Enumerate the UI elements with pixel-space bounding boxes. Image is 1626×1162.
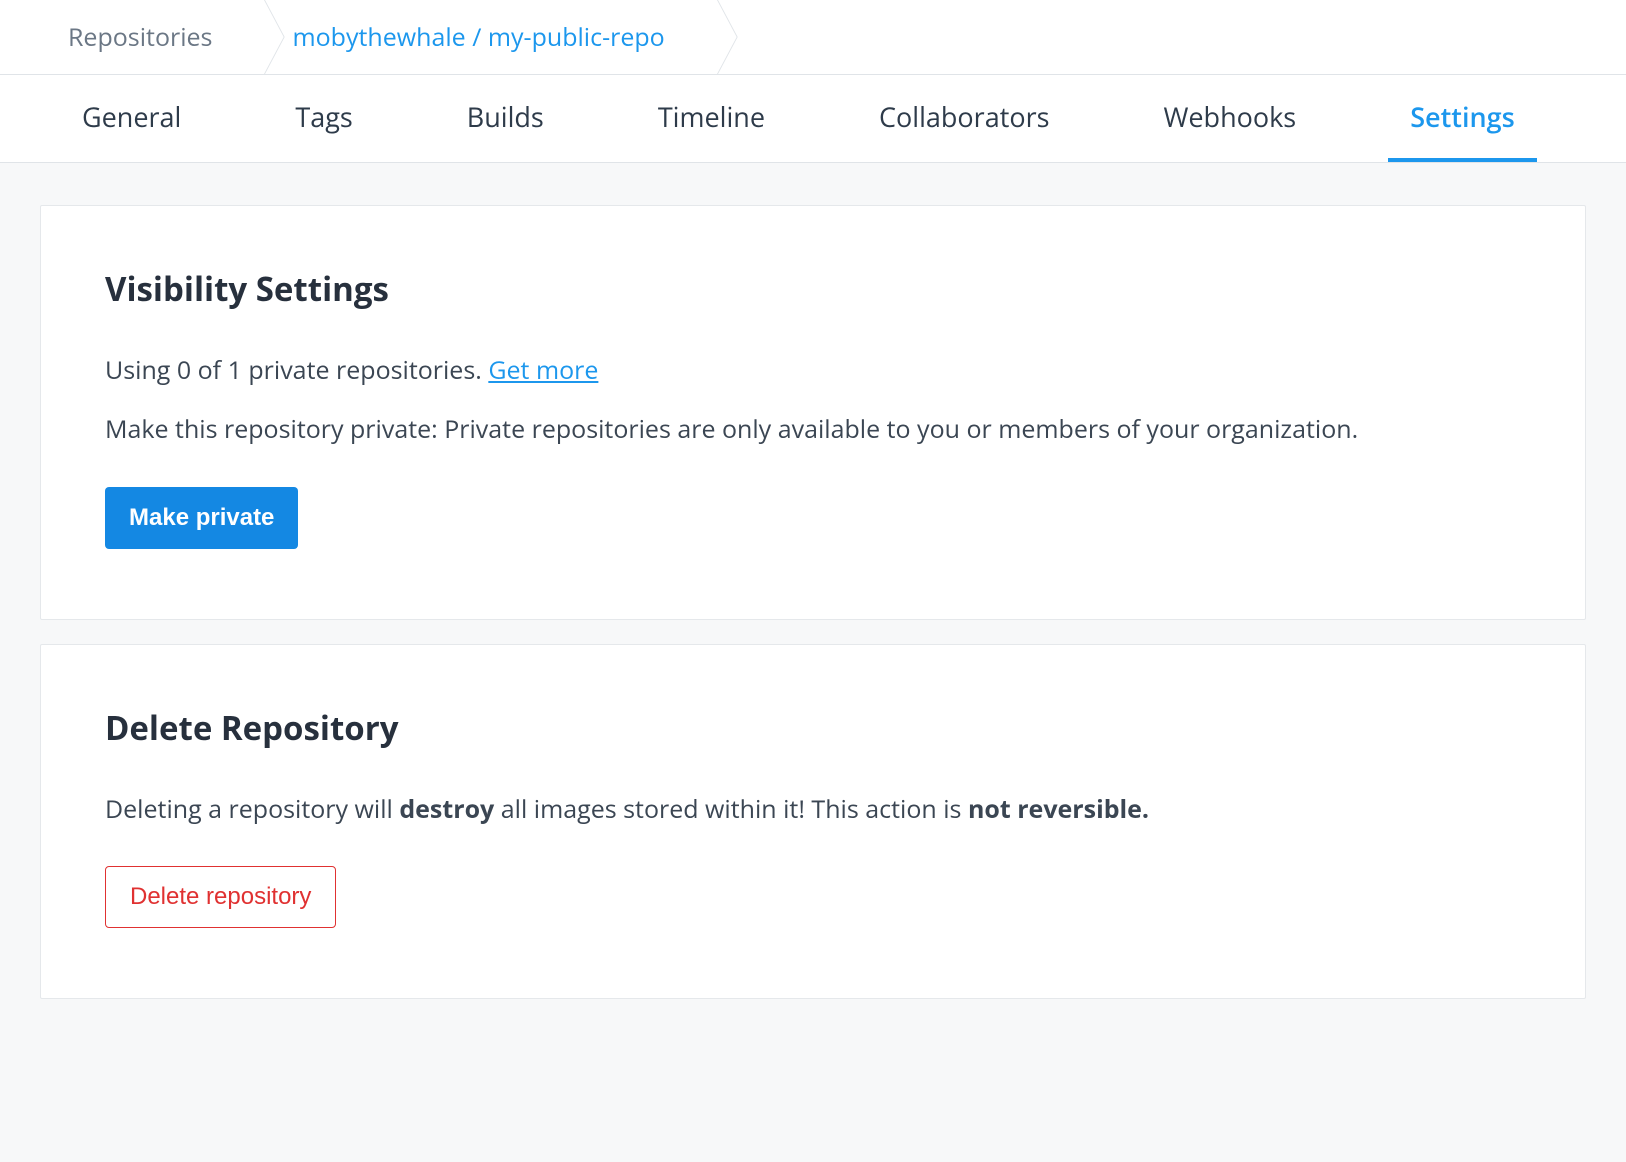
tab-webhooks[interactable]: Webhooks <box>1141 75 1318 162</box>
breadcrumb-separator-icon <box>693 0 717 74</box>
delete-warn-part1: Deleting a repository will <box>105 792 399 826</box>
tabs-bar: General Tags Builds Timeline Collaborato… <box>0 75 1626 163</box>
delete-warn-irreversible: not reversible. <box>968 792 1149 826</box>
get-more-link[interactable]: Get more <box>488 353 598 387</box>
delete-warn-destroy: destroy <box>399 792 494 826</box>
visibility-usage-text: Using 0 of 1 private repositories. Get m… <box>105 351 1521 390</box>
make-private-button[interactable]: Make private <box>105 487 298 549</box>
visibility-settings-card: Visibility Settings Using 0 of 1 private… <box>40 205 1586 620</box>
tab-collaborators[interactable]: Collaborators <box>857 75 1071 162</box>
tab-tags[interactable]: Tags <box>273 75 374 162</box>
breadcrumb-repo-link[interactable]: mobythewhale / my-public-repo <box>264 0 692 74</box>
breadcrumb: Repositories mobythewhale / my-public-re… <box>0 0 1626 75</box>
visibility-usage-prefix: Using 0 of 1 private repositories. <box>105 353 488 387</box>
delete-repository-card: Delete Repository Deleting a repository … <box>40 644 1586 1000</box>
tab-timeline[interactable]: Timeline <box>636 75 787 162</box>
tab-general[interactable]: General <box>60 75 203 162</box>
tab-builds[interactable]: Builds <box>445 75 566 162</box>
breadcrumb-separator-icon <box>240 0 264 74</box>
delete-warn-part2: all images stored within it! This action… <box>494 792 968 826</box>
tab-settings[interactable]: Settings <box>1388 75 1537 162</box>
delete-heading: Delete Repository <box>105 705 1521 750</box>
breadcrumb-root[interactable]: Repositories <box>40 0 240 74</box>
settings-content: Visibility Settings Using 0 of 1 private… <box>0 163 1626 1041</box>
delete-repository-button[interactable]: Delete repository <box>105 866 336 928</box>
visibility-description: Make this repository private: Private re… <box>105 410 1521 449</box>
visibility-heading: Visibility Settings <box>105 266 1521 311</box>
delete-warning-text: Deleting a repository will destroy all i… <box>105 790 1521 829</box>
